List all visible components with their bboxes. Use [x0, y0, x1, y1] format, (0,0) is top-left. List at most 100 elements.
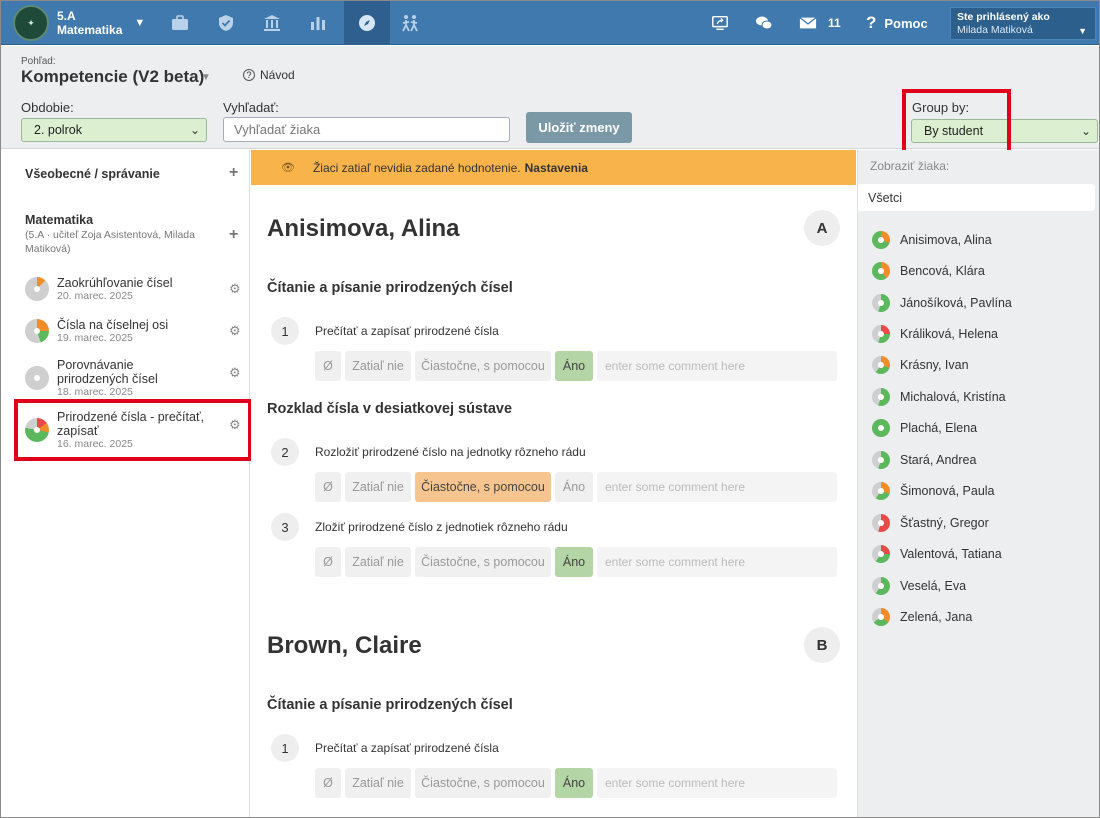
rating-yes-button[interactable]: Áno — [555, 547, 593, 577]
rating-yes-button[interactable]: Áno — [555, 351, 593, 381]
topic-title: Rozklad čísla v desiatkovej sústave — [267, 401, 513, 417]
lesson-item[interactable]: Zaokrúhľovanie čísel 20. marec. 2025 ⚙ — [25, 275, 245, 305]
rating-empty-button[interactable]: Ø — [315, 351, 341, 381]
comment-input[interactable]: enter some comment here — [597, 768, 837, 798]
lesson-item[interactable]: Čísla na číselnej osi 19. marec. 2025 ⚙ — [25, 317, 245, 347]
student-list-item[interactable]: Valentová, Tatiana — [872, 544, 1002, 564]
progress-pie-icon — [872, 294, 890, 312]
subject-section-title[interactable]: Matematika — [25, 213, 93, 227]
lesson-date: 20. marec. 2025 — [57, 290, 133, 302]
student-list-name: Králiková, Helena — [900, 327, 998, 341]
messages-button[interactable]: 11 — [798, 1, 841, 45]
class-switcher[interactable]: ✦ 5.A Matematika ▼ — [13, 5, 145, 41]
add-general-plus-icon[interactable]: + — [229, 164, 238, 182]
student-letter-badge: B — [804, 627, 840, 663]
student-filter-select[interactable]: Všetci — [858, 184, 1095, 211]
logged-in-label: Ste prihlásený ako — [957, 11, 1050, 23]
envelope-icon — [799, 17, 817, 29]
settings-link[interactable]: Nastavenia — [525, 161, 588, 175]
comment-input[interactable]: enter some comment here — [597, 547, 837, 577]
bank-icon[interactable] — [252, 1, 292, 45]
lesson-title: Čísla na číselnej osi — [57, 318, 169, 332]
view-dropdown-caret-icon[interactable]: ▼ — [201, 72, 211, 83]
selected-lesson-highlight — [14, 399, 252, 461]
rating-options: Ø Zatiaľ nie Čiastočne, s pomocou Áno en… — [315, 547, 837, 577]
rating-no-button[interactable]: Zatiaľ nie — [345, 768, 411, 798]
student-list-item[interactable]: Michalová, Kristína — [872, 387, 1006, 407]
lesson-item[interactable]: Porovnávanie prirodzených čísel 18. mare… — [25, 357, 245, 398]
rating-partial-button[interactable]: Čiastočne, s pomocou — [415, 547, 551, 577]
student-list-name: Valentová, Tatiana — [900, 547, 1002, 561]
progress-pie-icon — [872, 451, 890, 469]
student-list-item[interactable]: Stará, Andrea — [872, 450, 976, 470]
progress-pie-icon — [872, 388, 890, 406]
student-list-item[interactable]: Krásny, Ivan — [872, 355, 969, 375]
briefcase-icon[interactable] — [160, 1, 200, 45]
rating-yes-button[interactable]: Áno — [555, 768, 593, 798]
help-button[interactable]: ? Pomoc — [866, 1, 928, 45]
guide-label: Návod — [260, 68, 295, 82]
competency-number: 1 — [271, 317, 299, 345]
student-list-item[interactable]: Šimonová, Paula — [872, 481, 995, 501]
rating-no-button[interactable]: Zatiaľ nie — [345, 472, 411, 502]
student-list-item[interactable]: Zelená, Jana — [872, 607, 972, 627]
shield-icon[interactable] — [206, 1, 246, 45]
screen-share-icon[interactable] — [711, 1, 729, 45]
competency-text: Zložiť prirodzené číslo z jednotiek rôzn… — [315, 520, 568, 534]
chat-icon[interactable] — [754, 1, 774, 45]
lesson-date: 18. marec. 2025 — [57, 386, 133, 398]
subject-teachers: (5.A · učiteľ Zoja Asistentová, Milada M… — [25, 229, 195, 255]
student-list-item[interactable]: Jánošíková, Pavlína — [872, 293, 1012, 313]
rating-partial-button[interactable]: Čiastočne, s pomocou — [415, 472, 551, 502]
top-bar: ✦ 5.A Matematika ▼ 11 ? Pomoc Ste prihlá… — [1, 1, 1099, 45]
rating-no-button[interactable]: Zatiaľ nie — [345, 351, 411, 381]
progress-pie-icon — [872, 325, 890, 343]
view-title[interactable]: Kompetencie (V2 beta) — [21, 67, 204, 87]
rating-empty-button[interactable]: Ø — [315, 547, 341, 577]
competency-number: 3 — [271, 513, 299, 541]
student-list-item[interactable]: Šťastný, Gregor — [872, 513, 989, 533]
student-list-item[interactable]: Veselá, Eva — [872, 576, 966, 596]
student-list-name: Stará, Andrea — [900, 453, 977, 467]
student-search-input[interactable] — [223, 117, 510, 142]
comment-input[interactable]: enter some comment here — [597, 472, 837, 502]
rating-empty-button[interactable]: Ø — [315, 472, 341, 502]
user-name: Milada Matiková — [957, 24, 1033, 36]
gear-icon[interactable]: ⚙ — [229, 323, 241, 339]
student-list-item[interactable]: Králiková, Helena — [872, 324, 998, 344]
student-list-name: Bencová, Klára — [900, 264, 985, 278]
rating-empty-button[interactable]: Ø — [315, 768, 341, 798]
competency-text: Prečítať a zapísať prirodzené čísla — [315, 324, 499, 338]
topic-title: Čítanie a písanie prirodzených čísel — [267, 697, 513, 713]
add-lesson-plus-icon[interactable]: + — [229, 226, 238, 244]
save-changes-button[interactable]: Uložiť zmeny — [526, 112, 632, 143]
rating-yes-button[interactable]: Áno — [555, 472, 593, 502]
student-list-name: Michalová, Kristína — [900, 390, 1006, 404]
progress-pie-icon — [872, 262, 890, 280]
students-walking-icon[interactable] — [390, 1, 430, 45]
general-section-title[interactable]: Všeobecné / správanie — [25, 167, 160, 181]
rating-partial-button[interactable]: Čiastočne, s pomocou — [415, 768, 551, 798]
app-window: ✦ 5.A Matematika ▼ 11 ? Pomoc Ste prihlá… — [0, 0, 1100, 818]
search-label: Vyhľadať: — [223, 100, 279, 115]
progress-pie-icon — [25, 277, 49, 301]
bar-chart-icon[interactable] — [298, 1, 338, 45]
student-list-item[interactable]: Bencová, Klára — [872, 261, 985, 281]
guide-link[interactable]: ? Návod — [243, 68, 295, 82]
progress-pie-icon — [872, 577, 890, 595]
rating-partial-button[interactable]: Čiastočne, s pomocou — [415, 351, 551, 381]
period-select[interactable]: 2. polrok ⌄ — [21, 118, 207, 142]
progress-pie-icon — [25, 366, 49, 390]
student-list-item[interactable]: Anisimova, Alina — [872, 230, 992, 250]
student-list-item[interactable]: Plachá, Elena — [872, 418, 977, 438]
rating-no-button[interactable]: Zatiaľ nie — [345, 547, 411, 577]
comment-input[interactable]: enter some comment here — [597, 351, 837, 381]
student-list-name: Jánošíková, Pavlína — [900, 296, 1012, 310]
students-sidebar: Zobraziť žiaka: Všetci Anisimova, Alina … — [857, 150, 1099, 817]
compass-icon[interactable] — [344, 1, 390, 45]
banner-text: Žiaci zatiaľ nevidia zadané hodnotenie. — [312, 160, 521, 175]
user-menu[interactable]: Ste prihlásený ako Milada Matiková ▼ — [950, 7, 1096, 40]
student-name: Brown, Claire — [267, 632, 422, 659]
gear-icon[interactable]: ⚙ — [229, 365, 241, 381]
gear-icon[interactable]: ⚙ — [229, 281, 241, 297]
